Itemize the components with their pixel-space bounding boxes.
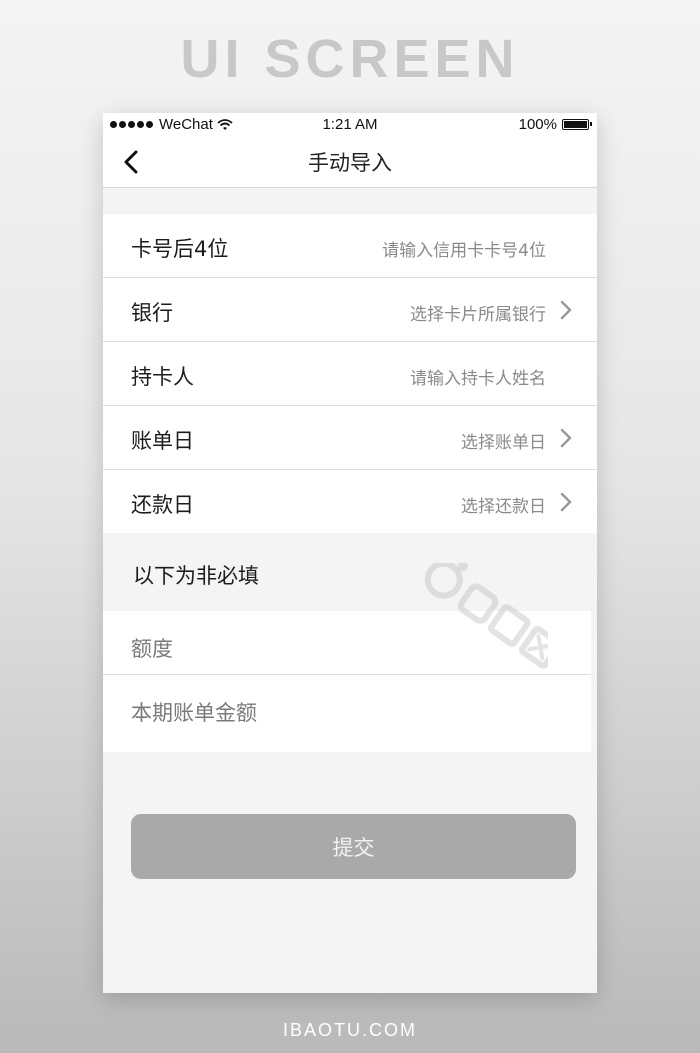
- navigation-bar: 手动导入: [103, 137, 597, 188]
- chevron-right-icon: [560, 428, 572, 448]
- credit-limit-field[interactable]: 额度: [103, 611, 591, 675]
- battery-percent: 100%: [518, 116, 557, 133]
- optional-section-header: 以下为非必填: [133, 564, 259, 588]
- poster-title: UI SCREEN: [180, 29, 520, 89]
- chevron-right-icon: [560, 300, 572, 320]
- due-date-select[interactable]: 选择还款日: [461, 492, 546, 517]
- phone-screen: WeChat 1:21 AM 100% 手动导入 卡号后4位 请输入信用卡卡号4…: [103, 113, 597, 993]
- required-form: 卡号后4位 请输入信用卡卡号4位 银行 选择卡片所属银行 持卡人 请输入持卡人姓…: [103, 214, 597, 533]
- card-last4-input[interactable]: 请输入信用卡卡号4位: [382, 236, 546, 261]
- statement-date-select[interactable]: 选择账单日: [461, 428, 546, 453]
- due-date-row[interactable]: 还款日 选择还款日: [103, 470, 597, 533]
- statement-amount-field[interactable]: 本期账单金额: [103, 675, 591, 752]
- chevron-right-icon: [560, 492, 572, 512]
- cardholder-input[interactable]: 请输入持卡人姓名: [410, 364, 546, 389]
- submit-button[interactable]: 提交: [131, 814, 576, 879]
- cardholder-label: 持卡人: [131, 365, 194, 389]
- optional-form: 额度 本期账单金额: [103, 611, 591, 752]
- statement-amount-placeholder: 本期账单金额: [131, 701, 257, 725]
- card-last4-row[interactable]: 卡号后4位 请输入信用卡卡号4位: [103, 214, 597, 278]
- bank-row[interactable]: 银行 选择卡片所属银行: [103, 278, 597, 342]
- cardholder-row[interactable]: 持卡人 请输入持卡人姓名: [103, 342, 597, 406]
- due-date-label: 还款日: [131, 493, 194, 517]
- credit-limit-placeholder: 额度: [131, 637, 173, 661]
- status-right: 100%: [518, 116, 592, 133]
- battery-icon: [562, 119, 592, 130]
- page-title: 手动导入: [308, 151, 392, 175]
- bank-label: 银行: [131, 301, 173, 325]
- statement-date-row[interactable]: 账单日 选择账单日: [103, 406, 597, 470]
- poster-footer: IBAOTU.COM: [282, 1020, 417, 1040]
- statement-date-label: 账单日: [131, 429, 194, 453]
- card-last4-label: 卡号后4位: [131, 237, 229, 261]
- status-bar: WeChat 1:21 AM 100%: [103, 113, 597, 137]
- bank-select[interactable]: 选择卡片所属银行: [410, 300, 546, 325]
